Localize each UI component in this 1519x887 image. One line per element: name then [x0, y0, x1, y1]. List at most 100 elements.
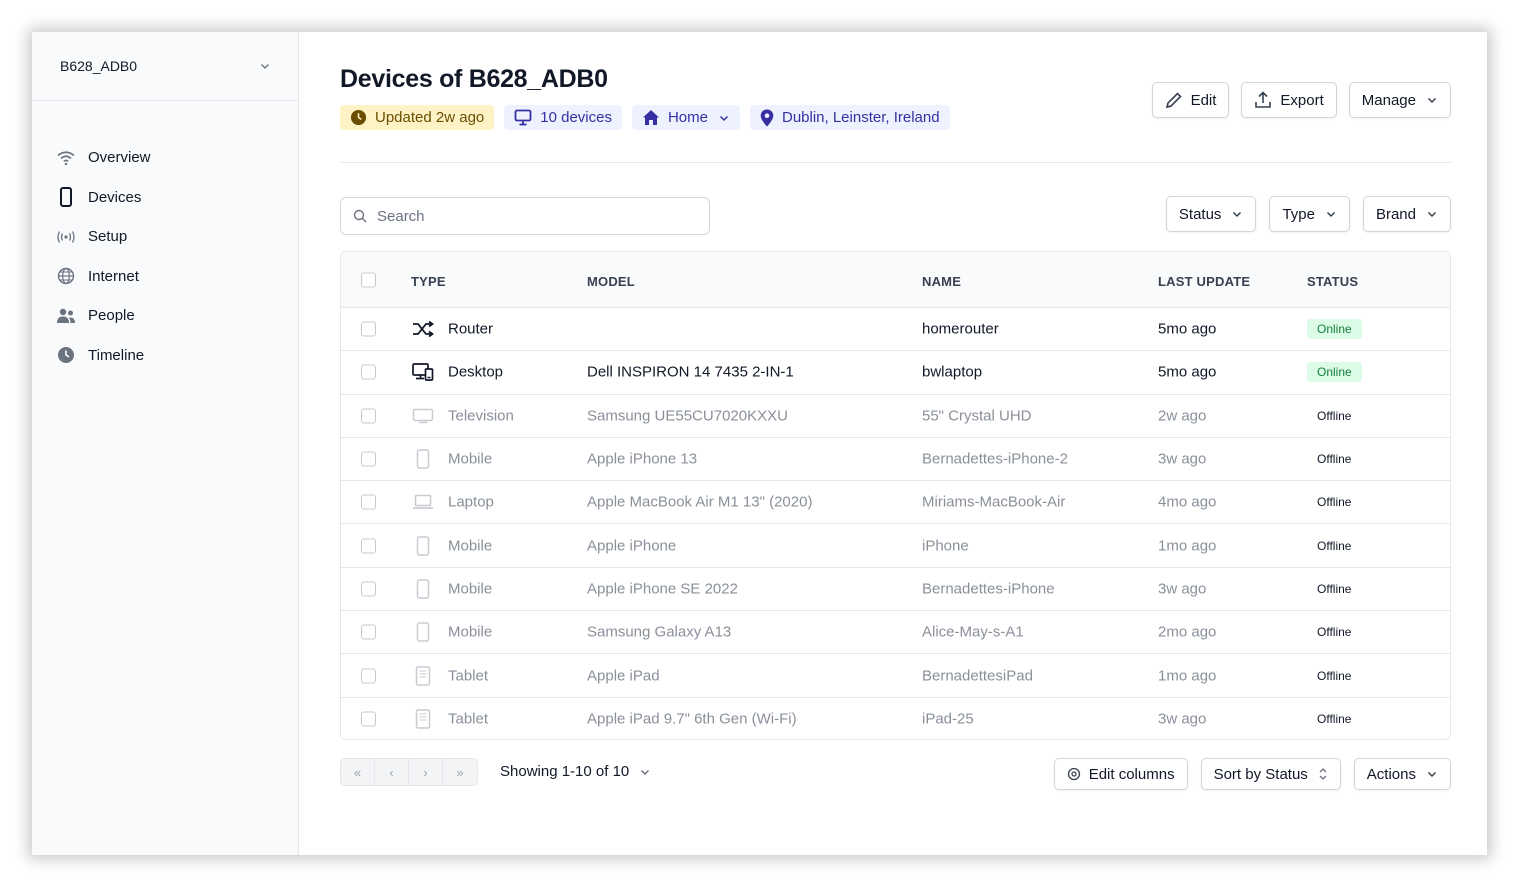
showing-label: Showing 1-10 of 10	[500, 763, 630, 780]
table-row[interactable]: Router homerouter 5mo ago Online	[341, 308, 1450, 352]
status-badge: Offline	[1317, 452, 1352, 467]
edit-columns-label: Edit columns	[1088, 765, 1175, 783]
main-content: Devices of B628_ADB0 Updated 2w ago 10 d…	[340, 32, 1451, 855]
device-model: Apple iPad 9.7" 6th Gen (Wi-Fi)	[587, 710, 797, 728]
row-checkbox[interactable]	[361, 494, 376, 510]
device-last-update: 3w ago	[1158, 710, 1207, 728]
table-row[interactable]: Tablet Apple iPad BernadettesiPad 1mo ag…	[341, 654, 1450, 698]
row-checkbox[interactable]	[361, 624, 376, 640]
devices-table: TYPE MODEL NAME LAST UPDATE STATUS Route…	[340, 251, 1451, 740]
status-badge: Offline	[1317, 538, 1352, 553]
chevron-down-icon	[1427, 211, 1437, 218]
search-input[interactable]	[377, 207, 697, 225]
device-name: Miriams-MacBook-Air	[922, 493, 1066, 511]
column-header-status[interactable]: STATUS	[1307, 274, 1358, 289]
map-pin-icon	[760, 109, 774, 126]
sidebar-item-setup[interactable]: Setup	[56, 217, 151, 257]
device-last-update: 1mo ago	[1158, 537, 1217, 555]
table-row[interactable]: Desktop Dell INSPIRON 14 7435 2-IN-1 bwl…	[341, 351, 1450, 395]
pencil-icon	[1165, 92, 1182, 109]
row-checkbox[interactable]	[361, 408, 376, 424]
row-checkbox[interactable]	[361, 364, 376, 380]
export-button-label: Export	[1280, 91, 1324, 109]
sidebar-item-label: Overview	[88, 149, 151, 167]
sort-button[interactable]: Sort by Status	[1200, 758, 1341, 790]
status-filter[interactable]: Status	[1165, 196, 1257, 232]
org-switcher[interactable]: B628_ADB0	[32, 32, 299, 101]
chevron-down-icon	[1427, 771, 1437, 778]
sidebar-item-overview[interactable]: Overview	[56, 138, 151, 178]
location-type-chip[interactable]: Home	[631, 105, 740, 130]
prev-page-button[interactable]: ‹	[375, 759, 409, 785]
table-row[interactable]: Mobile Apple iPhone SE 2022 Bernadettes-…	[341, 568, 1450, 612]
device-type: Tablet	[448, 710, 489, 728]
device-last-update: 5mo ago	[1158, 363, 1217, 381]
app-window: B628_ADB0 Overview Devices Setup Interne…	[32, 32, 1487, 855]
row-checkbox[interactable]	[361, 451, 376, 467]
row-checkbox[interactable]	[361, 321, 376, 337]
select-all-checkbox[interactable]	[361, 272, 376, 287]
manage-button[interactable]: Manage	[1348, 82, 1451, 118]
last-page-button[interactable]: »	[443, 759, 477, 785]
actions-label: Actions	[1366, 765, 1416, 783]
type-filter[interactable]: Type	[1269, 196, 1350, 232]
monitor-icon	[514, 109, 532, 126]
row-checkbox[interactable]	[361, 538, 376, 554]
column-header-last-update[interactable]: LAST UPDATE	[1158, 274, 1250, 289]
table-row[interactable]: Mobile Apple iPhone iPhone 1mo ago Offli…	[341, 524, 1450, 568]
sidebar-item-label: Devices	[88, 188, 142, 206]
brand-filter[interactable]: Brand	[1362, 196, 1451, 232]
status-badge: Offline	[1317, 581, 1352, 596]
table-row[interactable]: Mobile Apple iPhone 13 Bernadettes-iPhon…	[341, 438, 1450, 482]
device-model: Apple iPhone SE 2022	[587, 580, 738, 598]
column-header-type[interactable]: TYPE	[411, 274, 446, 289]
device-model: Apple MacBook Air M1 13" (2020)	[587, 493, 813, 511]
page-size-selector[interactable]: Showing 1-10 of 10	[500, 763, 651, 780]
device-model: Samsung UE55CU7020KXXU	[587, 407, 788, 425]
device-type: Tablet	[448, 667, 489, 685]
updated-label: Updated 2w ago	[375, 109, 485, 126]
upload-icon	[1255, 91, 1272, 108]
device-last-update: 2mo ago	[1158, 623, 1217, 641]
table-row[interactable]: Mobile Samsung Galaxy A13 Alice-May-s-A1…	[341, 611, 1450, 655]
column-header-name[interactable]: NAME	[922, 274, 961, 289]
row-checkbox[interactable]	[361, 711, 376, 727]
device-last-update: 2w ago	[1158, 407, 1207, 425]
edit-columns-button[interactable]: Edit columns	[1053, 758, 1188, 790]
clock-icon	[350, 109, 367, 126]
row-checkbox[interactable]	[361, 581, 376, 597]
sidebar-item-people[interactable]: People	[56, 296, 151, 336]
tablet-icon	[411, 665, 435, 686]
edit-button[interactable]: Edit	[1151, 82, 1230, 118]
device-name: iPhone	[922, 537, 969, 555]
television-icon	[411, 406, 435, 426]
device-type: Laptop	[448, 493, 494, 511]
page-title: Devices of B628_ADB0	[340, 65, 608, 93]
export-button[interactable]: Export	[1241, 82, 1337, 118]
row-checkbox[interactable]	[361, 668, 376, 684]
column-header-model[interactable]: MODEL	[587, 274, 635, 289]
mobile-icon	[411, 579, 435, 599]
device-name: Alice-May-s-A1	[922, 623, 1024, 641]
device-type: Mobile	[448, 537, 493, 555]
location-type-label: Home	[667, 109, 708, 126]
header-actions: Edit Export Manage	[1151, 82, 1451, 118]
sidebar-item-devices[interactable]: Devices	[56, 178, 151, 218]
filter-bar: Status Type Brand	[1165, 196, 1451, 232]
next-page-button[interactable]: ›	[409, 759, 443, 785]
chevron-down-icon	[641, 769, 650, 775]
first-page-button[interactable]: «	[341, 759, 375, 785]
table-row[interactable]: Laptop Apple MacBook Air M1 13" (2020) M…	[341, 481, 1450, 525]
sidebar-item-internet[interactable]: Internet	[56, 257, 151, 297]
table-footer: « ‹ › » Showing 1-10 of 10 Edit columns …	[340, 758, 1451, 790]
device-last-update: 3w ago	[1158, 580, 1207, 598]
table-row[interactable]: Tablet Apple iPad 9.7" 6th Gen (Wi-Fi) i…	[341, 698, 1450, 739]
sidebar-nav: Overview Devices Setup Internet People T…	[56, 138, 151, 375]
device-model: Apple iPad	[587, 667, 660, 685]
manage-button-label: Manage	[1361, 91, 1416, 109]
actions-button[interactable]: Actions	[1353, 758, 1451, 790]
wifi-icon	[56, 148, 76, 168]
table-row[interactable]: Television Samsung UE55CU7020KXXU 55" Cr…	[341, 395, 1450, 438]
sidebar-item-timeline[interactable]: Timeline	[56, 336, 151, 376]
device-type: Mobile	[448, 623, 493, 641]
